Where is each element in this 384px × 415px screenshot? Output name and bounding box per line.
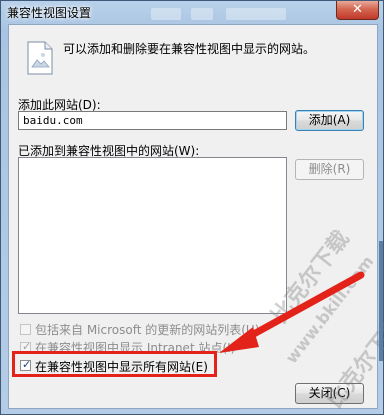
highlight-box — [12, 351, 217, 377]
option-checkbox-microsoft-list[interactable] — [20, 324, 31, 335]
dialog-window: 兼容性视图设置 ✕ 可以添加和删除要在兼容性视图中显示的网站。 添加此网站(D)… — [0, 0, 384, 415]
close-button[interactable]: 关闭(C) — [295, 383, 364, 404]
remove-button[interactable]: 删除(R) — [295, 159, 364, 180]
background-tab — [191, 8, 213, 20]
background-tab — [151, 8, 181, 20]
title-bar[interactable]: 兼容性视图设置 ✕ — [1, 1, 384, 23]
add-button[interactable]: 添加(A) — [295, 110, 364, 131]
add-site-input[interactable]: baidu.com — [18, 111, 287, 130]
annotation-arrow-icon — [219, 271, 365, 353]
window-title: 兼容性视图设置 — [7, 6, 92, 20]
intro-text: 可以添加和删除要在兼容性视图中显示的网站。 — [63, 42, 316, 56]
background-tab — [226, 8, 286, 20]
window-close-button[interactable]: ✕ — [336, 1, 379, 20]
webpage-icon — [27, 41, 53, 75]
close-icon: ✕ — [352, 2, 363, 17]
background-window-edge — [379, 241, 383, 361]
